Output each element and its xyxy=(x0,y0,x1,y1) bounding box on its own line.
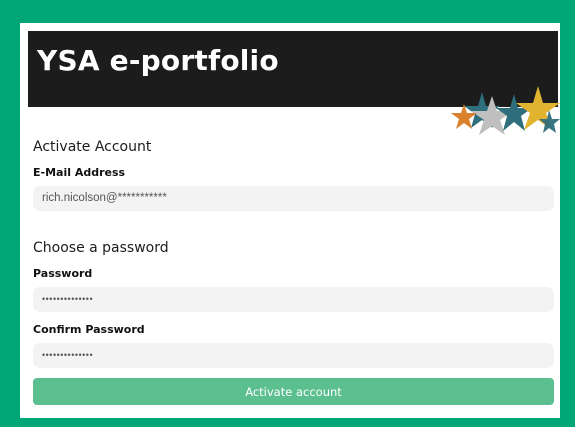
activation-card: YSA e-portfolio Activate Account E-Mail … xyxy=(20,23,560,418)
activate-account-button[interactable]: Activate account xyxy=(33,378,554,405)
background-frame: YSA e-portfolio Activate Account E-Mail … xyxy=(0,0,575,427)
stars-logo-icon xyxy=(451,86,560,135)
email-field[interactable]: rich.nicolson@*********** xyxy=(33,186,554,211)
app-title: YSA e-portfolio xyxy=(37,44,279,77)
password-label: Password xyxy=(33,267,93,280)
confirm-password-label: Confirm Password xyxy=(33,323,145,336)
confirm-password-field[interactable]: •••••••••••••• xyxy=(33,343,554,368)
password-field[interactable]: •••••••••••••• xyxy=(33,287,554,312)
email-label: E-Mail Address xyxy=(33,166,126,179)
choose-password-heading: Choose a password xyxy=(33,240,169,256)
activate-account-heading: Activate Account xyxy=(33,139,152,155)
